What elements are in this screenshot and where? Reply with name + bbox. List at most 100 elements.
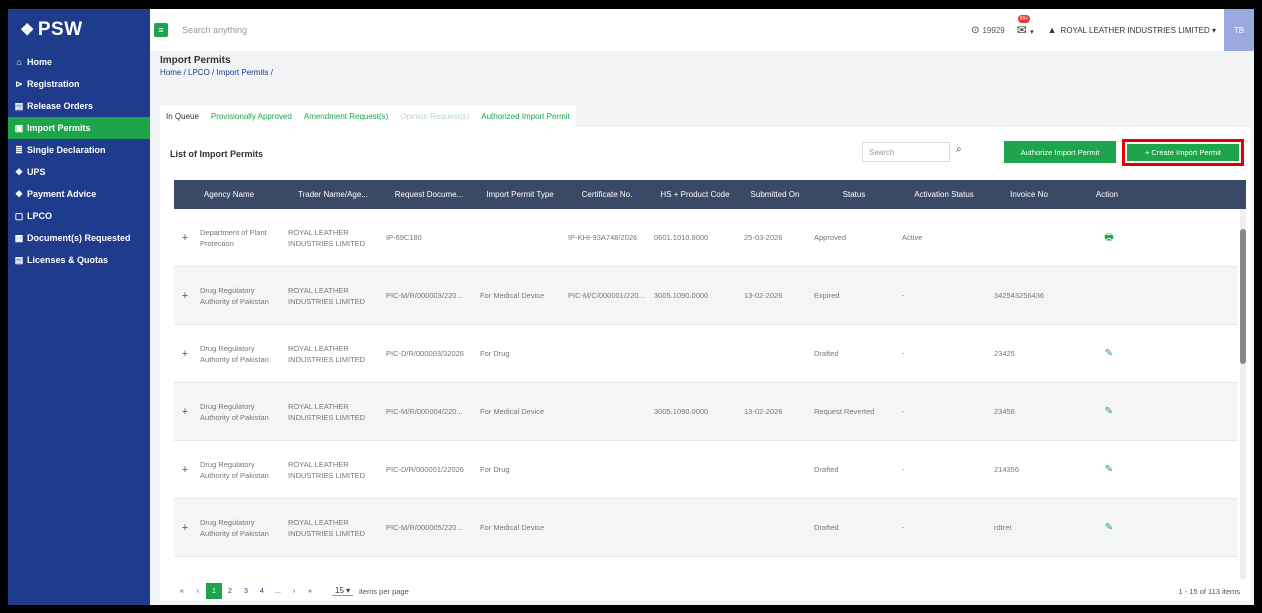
sidebar-item-import-permits[interactable]: ▣ Import Permits	[8, 117, 150, 139]
expand-row-icon[interactable]: +	[174, 464, 196, 476]
sidebar-item-payment-advice[interactable]: ❖ Payment Advice	[8, 183, 150, 205]
sidebar-item-document-s-requested[interactable]: ▦ Document(s) Requested	[8, 227, 150, 249]
sidebar-item-registration[interactable]: ⊳ Registration	[8, 73, 150, 95]
cell-invoice: 214356	[994, 465, 1020, 474]
global-search-input[interactable]: Search anything	[182, 25, 782, 35]
next-page-button[interactable]: ›	[286, 583, 302, 599]
column-header[interactable]: Invoice No	[990, 190, 1068, 199]
tab-amendment-request-s[interactable]: Amendment Request(s)	[297, 105, 395, 127]
table-row[interactable]: + Drug Regulatory Authority of Pakistan RO…	[174, 499, 1238, 557]
sidebar-item-lpco[interactable]: ▢ LPCO	[8, 205, 150, 227]
points-counter[interactable]: ⊙ 19929	[971, 25, 1005, 36]
column-header[interactable]: Activation Status	[898, 190, 990, 199]
tab-provisionally-approved[interactable]: Provisionally Approved	[204, 105, 298, 127]
table-scrollbar[interactable]	[1240, 209, 1246, 579]
column-header[interactable]: Request Docume...	[382, 190, 476, 199]
cell-request: PIC-M/R/000004/220...	[386, 407, 463, 416]
edit-icon[interactable]: ✎	[1068, 522, 1146, 533]
table-header: Agency Name Trader Name/Age... Request Doc…	[174, 180, 1246, 209]
page-title: Import Permits	[160, 55, 231, 66]
sidebar-item-label: Registration	[27, 79, 80, 89]
search-icon[interactable]: ⌕	[956, 144, 962, 155]
create-import-permit-button[interactable]: + Create Import Permit	[1127, 144, 1239, 161]
column-header[interactable]: Action	[1068, 190, 1146, 199]
cell-request: IP-69C180	[386, 233, 422, 242]
sidebar-ups-icon: ❖	[14, 166, 24, 177]
table-row[interactable]: + Department of Plant Protection ROYAL LEA…	[174, 209, 1238, 267]
avatar[interactable]: TB	[1224, 9, 1254, 51]
cell-activation: -	[902, 523, 905, 532]
column-header[interactable]: Agency Name	[174, 190, 284, 199]
table-row[interactable]: + Drug Regulatory Authority of Pakistan RO…	[174, 441, 1238, 499]
sidebar-item-home[interactable]: ⌂ Home	[8, 51, 150, 73]
last-page-button[interactable]: »	[302, 583, 318, 599]
cell-trader: ROYAL LEATHER INDUSTRIES LIMITED	[288, 227, 366, 248]
sidebar-lpco-icon: ▢	[14, 210, 24, 221]
cell-invoice: rdtret	[994, 523, 1012, 532]
print-icon[interactable]: 🖶	[1068, 232, 1146, 243]
sidebar-item-label: Home	[27, 57, 53, 67]
list-title: List of Import Permits	[170, 149, 264, 159]
page-button[interactable]: 1	[206, 583, 222, 599]
page-button[interactable]: 2	[222, 583, 238, 599]
table-row[interactable]: +Drug RegulatoryROYAL LEATHER	[174, 557, 1238, 579]
table-row[interactable]: + Drug Regulatory Authority of Pakistan RO…	[174, 267, 1238, 325]
cell-certificate: IP-KHI-93A748/2026	[568, 233, 638, 242]
prev-page-button[interactable]: ‹	[190, 583, 206, 599]
tab-authorized-import-permit[interactable]: Authorized Import Permit	[475, 105, 576, 127]
authorize-import-permit-button[interactable]: Authorize Import Permit	[1004, 141, 1116, 163]
sidebar-item-single-declaration[interactable]: ≣ Single Declaration	[8, 139, 150, 161]
cell-agency: Drug Regulatory Authority of Pakistan	[200, 343, 269, 364]
page-button[interactable]: ...	[270, 583, 286, 599]
edit-icon[interactable]: ✎	[1068, 348, 1146, 359]
table-search-input[interactable]: Search	[862, 142, 950, 162]
cell-request: PIC-M/R/000003/220...	[386, 291, 463, 300]
cell-status: Drafted	[814, 465, 839, 474]
tab-opinion-request-s[interactable]: Opinion Request(s)	[394, 105, 476, 127]
column-header[interactable]: Trader Name/Age...	[284, 190, 382, 199]
sidebar-item-label: UPS	[27, 167, 46, 177]
create-highlight-box: + Create Import Permit	[1122, 139, 1244, 166]
tab-in-queue[interactable]: In Queue	[160, 105, 205, 127]
column-header[interactable]: Certificate No.	[564, 190, 650, 199]
cell-status: Drafted	[814, 523, 839, 532]
expand-row-icon[interactable]: +	[174, 348, 196, 360]
user-name: ROYAL LEATHER INDUSTRIES LIMITED ▾	[1060, 25, 1216, 35]
edit-icon[interactable]: ✎	[1068, 406, 1146, 417]
table-row[interactable]: + Drug Regulatory Authority of Pakistan RO…	[174, 325, 1238, 383]
first-page-button[interactable]: «	[174, 583, 190, 599]
expand-row-icon[interactable]: +	[174, 232, 196, 244]
column-header[interactable]: Import Permit Type	[476, 190, 564, 199]
cell-hs: 3005.1090.0000	[654, 291, 709, 300]
sidebar-item-ups[interactable]: ❖ UPS	[8, 161, 150, 183]
notifications-button[interactable]: ✉ 99+ ▾	[1017, 15, 1034, 37]
psw-logo[interactable]: ❖ PSW	[8, 9, 150, 51]
cell-type: For Drug	[480, 465, 510, 474]
cell-trader: ROYAL LEATHER INDUSTRIES LIMITED	[288, 459, 366, 480]
edit-icon[interactable]: ✎	[1068, 464, 1146, 475]
items-per-page-select[interactable]: 15 ▾	[332, 586, 354, 596]
page-button[interactable]: 3	[238, 583, 254, 599]
expand-row-icon[interactable]: +	[174, 406, 196, 418]
cell-agency: Drug Regulatory Authority of Pakistan	[200, 459, 269, 480]
column-header[interactable]: Status	[810, 190, 898, 199]
expand-row-icon[interactable]: +	[174, 522, 196, 534]
cell-agency: Drug Regulatory Authority of Pakistan	[200, 401, 269, 422]
cell-status: Request Reverted	[814, 407, 875, 416]
breadcrumb[interactable]: Home / LPCO / Import Permits /	[160, 68, 273, 77]
column-header[interactable]: Submitted On	[740, 190, 810, 199]
menu-toggle-button[interactable]: ≡	[154, 23, 168, 37]
app-frame: ❖ PSW ⌂ Home ⊳ Registration ▤ Release Orders ▣…	[8, 9, 1254, 605]
sidebar: ❖ PSW ⌂ Home ⊳ Registration ▤ Release Orders ▣…	[8, 9, 150, 605]
table-row[interactable]: + Drug Regulatory Authority of Pakistan RO…	[174, 383, 1238, 441]
cell-activation: -	[902, 291, 905, 300]
column-header[interactable]: HS + Product Code	[650, 190, 740, 199]
cell-certificate: PIC-M/C/000001/220...	[568, 291, 645, 300]
sidebar-item-release-orders[interactable]: ▤ Release Orders	[8, 95, 150, 117]
expand-row-icon[interactable]: +	[174, 290, 196, 302]
page-button[interactable]: 4	[254, 583, 270, 599]
sidebar-item-licenses-quotas[interactable]: ▤ Licenses & Quotas	[8, 249, 150, 271]
user-menu[interactable]: ▲ ROYAL LEATHER INDUSTRIES LIMITED ▾	[1048, 25, 1216, 35]
scrollbar-thumb[interactable]	[1240, 229, 1246, 364]
cell-invoice: 342543256436	[994, 291, 1045, 300]
